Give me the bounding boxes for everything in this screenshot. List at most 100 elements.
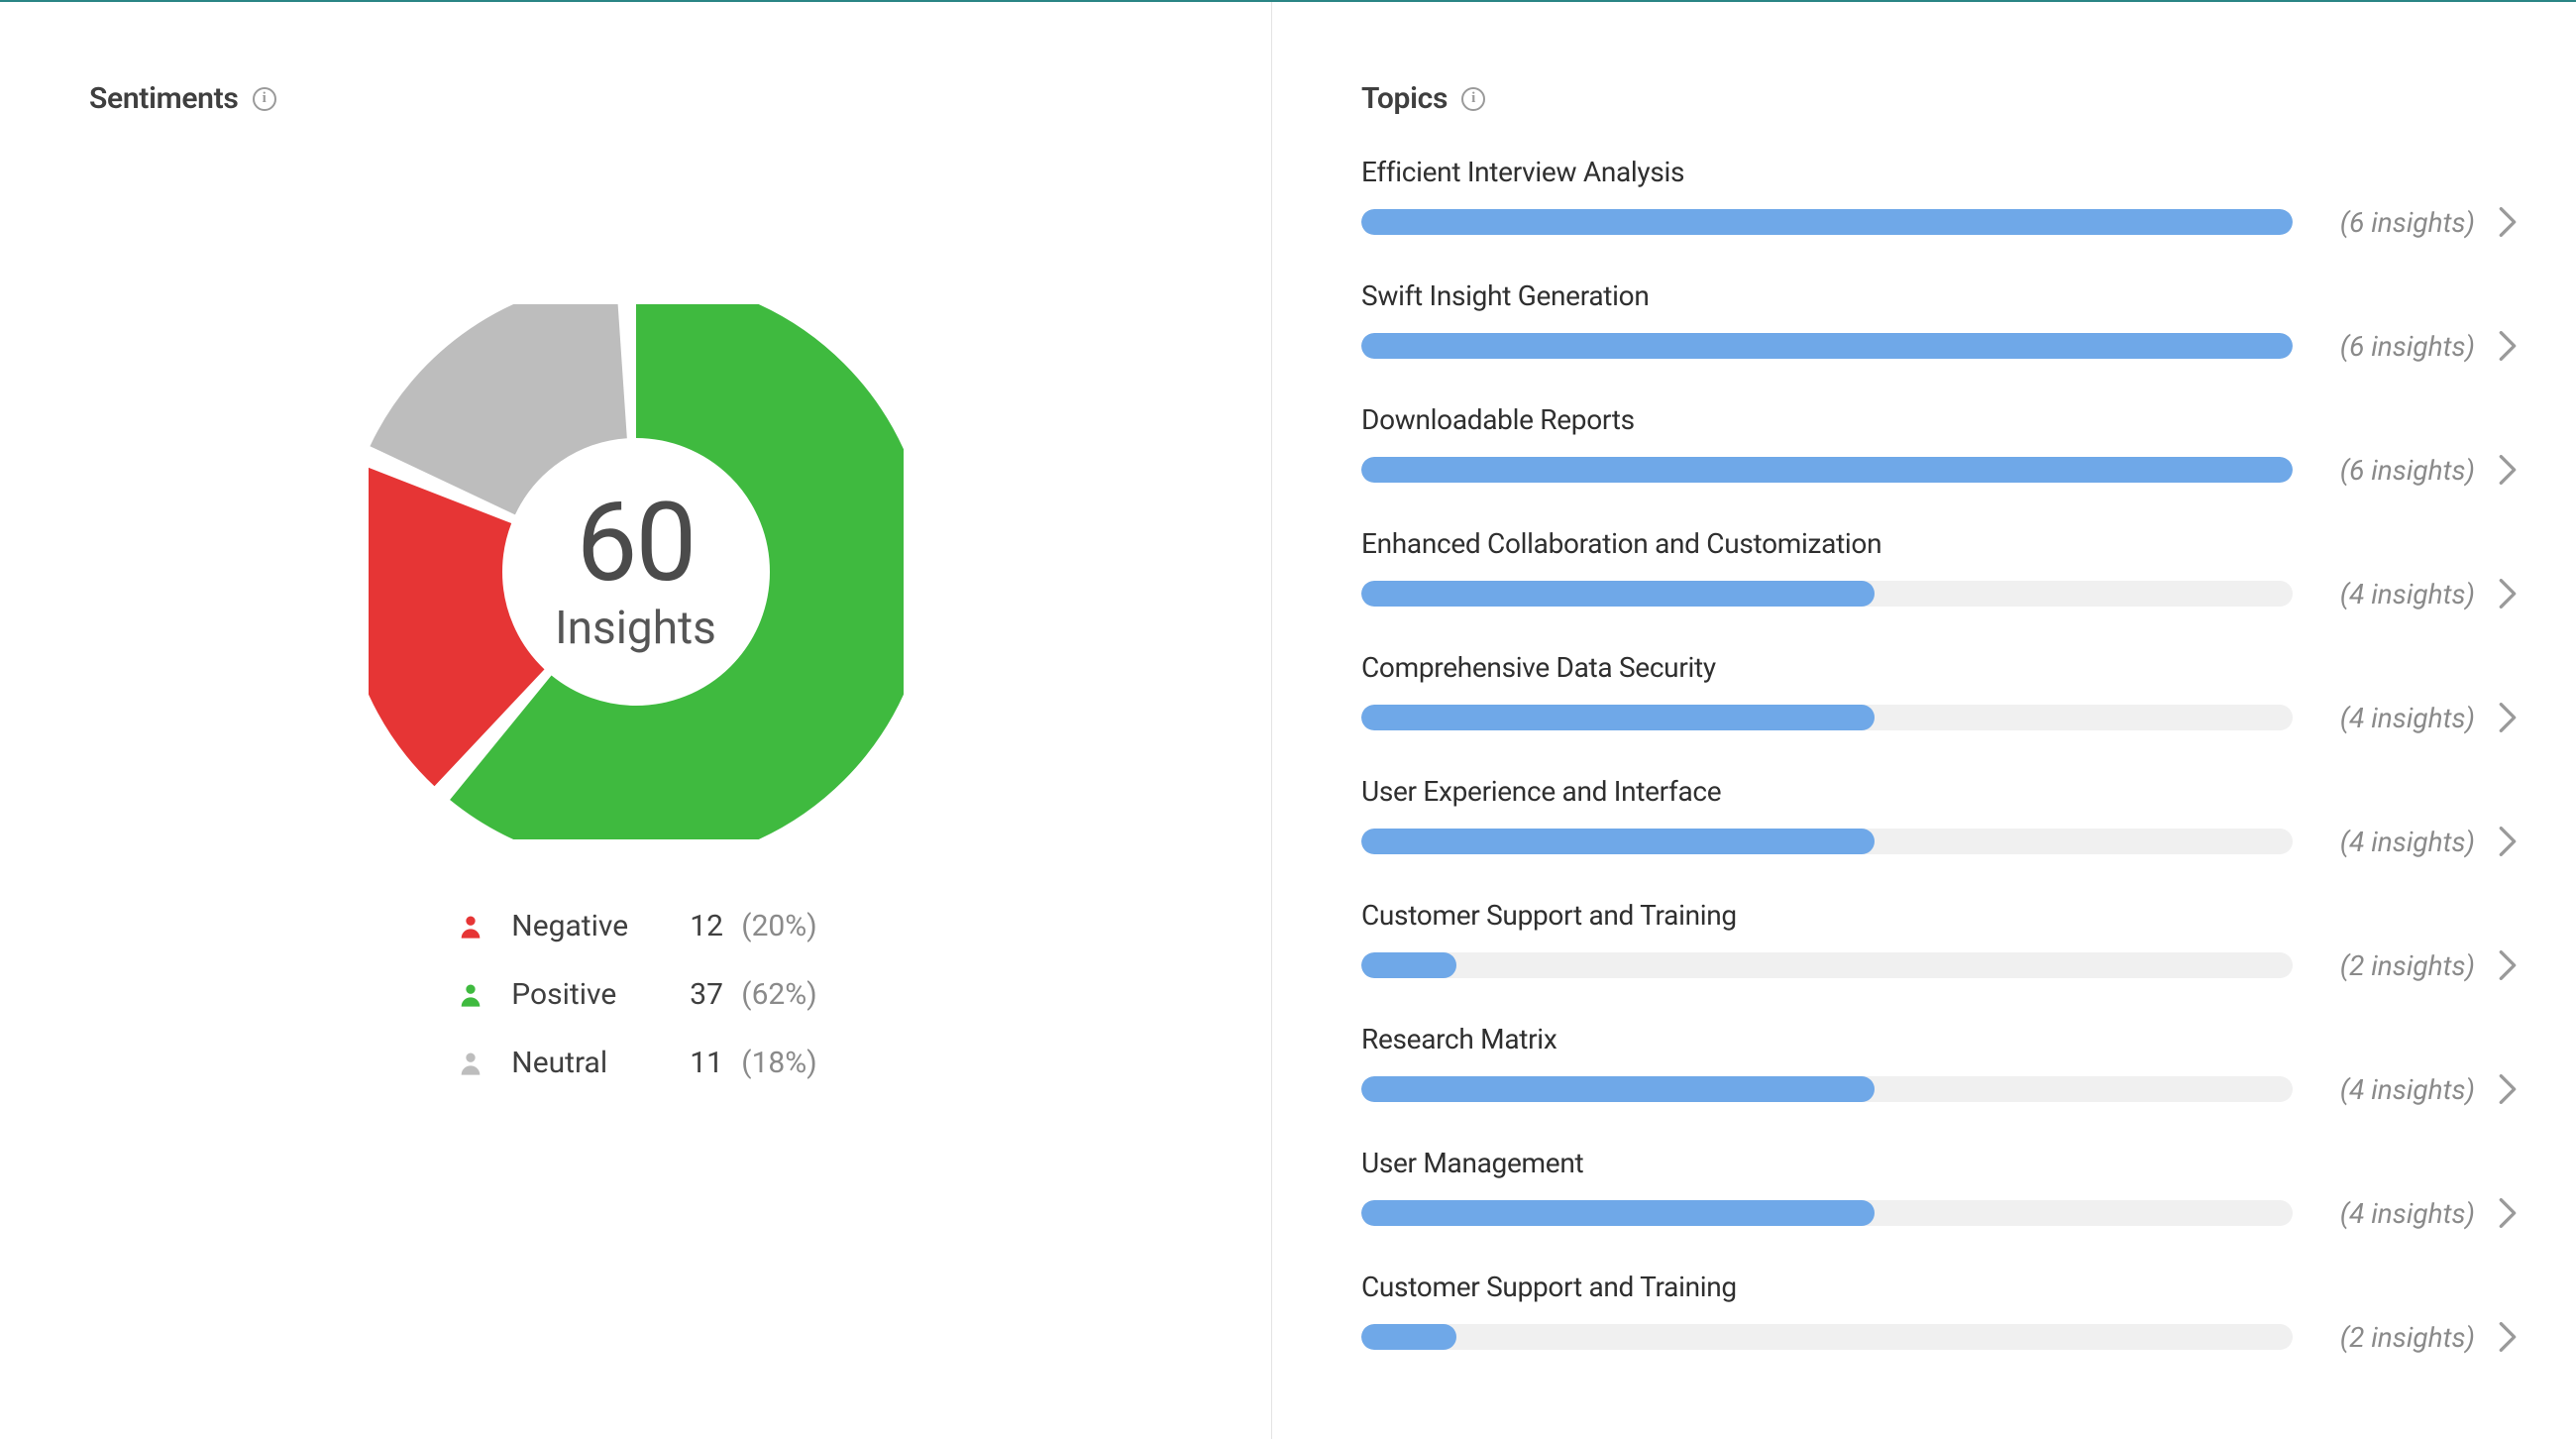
chevron-right-icon[interactable] xyxy=(2499,331,2517,361)
topic-label: User Experience and Interface xyxy=(1361,775,2517,808)
topic-bar-track xyxy=(1361,1200,2293,1226)
person-icon xyxy=(454,1050,487,1077)
topic-insight-count: (4 insights) xyxy=(2316,1073,2475,1106)
topics-panel: Topics i Efficient Interview Analysis (6 … xyxy=(1272,2,2576,1439)
topic-bar-track xyxy=(1361,457,2293,483)
legend-count: 37 xyxy=(690,977,741,1012)
sentiments-legend: Negative12(20%)Positive37(62%)Neutral11(… xyxy=(454,909,816,1080)
topic-bar-track xyxy=(1361,829,2293,854)
topic-insight-count: (4 insights) xyxy=(2316,1197,2475,1230)
topic-bar-row: (6 insights) xyxy=(1361,202,2517,242)
donut-total: 60 xyxy=(577,489,696,598)
topic-bar-track xyxy=(1361,1324,2293,1350)
topic-row[interactable]: User Experience and Interface (4 insights… xyxy=(1361,775,2517,883)
topic-insight-count: (4 insights) xyxy=(2316,578,2475,610)
topic-insight-count: (6 insights) xyxy=(2316,206,2475,239)
topic-bar-row: (2 insights) xyxy=(1361,945,2517,985)
topic-row[interactable]: User Management (4 insights) xyxy=(1361,1147,2517,1255)
sentiments-donut-wrap: 60 Insights Negative12(20%) Positive37(62… xyxy=(89,304,1182,1080)
legend-percent: (18%) xyxy=(741,1046,816,1080)
topic-insight-count: (2 insights) xyxy=(2316,1321,2475,1354)
topic-insight-count: (6 insights) xyxy=(2316,454,2475,487)
legend-percent: (20%) xyxy=(741,909,816,943)
topics-title-text: Topics xyxy=(1361,81,1448,116)
topic-bar-fill xyxy=(1361,457,2293,483)
topic-bar-row: (4 insights) xyxy=(1361,1069,2517,1109)
sentiments-donut-chart: 60 Insights xyxy=(369,304,904,839)
topic-row[interactable]: Research Matrix (4 insights) xyxy=(1361,1023,2517,1131)
topic-bar-row: (4 insights) xyxy=(1361,1193,2517,1233)
topic-label: Swift Insight Generation xyxy=(1361,279,2517,312)
topic-insight-count: (6 insights) xyxy=(2316,330,2475,363)
info-icon[interactable]: i xyxy=(1461,87,1485,111)
person-icon xyxy=(454,981,487,1009)
topic-bar-fill xyxy=(1361,333,2293,359)
topic-label: Efficient Interview Analysis xyxy=(1361,156,2517,188)
topic-bar-track xyxy=(1361,333,2293,359)
topic-bar-fill xyxy=(1361,952,1456,978)
sentiments-panel: Sentiments i 60 Insights Negative12(20%)… xyxy=(0,2,1272,1439)
topic-label: User Management xyxy=(1361,1147,2517,1179)
topic-bar-track xyxy=(1361,209,2293,235)
topic-bar-track xyxy=(1361,952,2293,978)
topic-bar-row: (6 insights) xyxy=(1361,450,2517,490)
topic-bar-fill xyxy=(1361,705,1875,730)
chevron-right-icon[interactable] xyxy=(2499,455,2517,485)
chevron-right-icon[interactable] xyxy=(2499,1074,2517,1104)
sentiments-title: Sentiments i xyxy=(89,81,1182,116)
legend-row-neutral: Neutral11(18%) xyxy=(454,1046,816,1080)
topic-row[interactable]: Comprehensive Data Security (4 insights) xyxy=(1361,651,2517,759)
topic-bar-fill xyxy=(1361,581,1875,607)
person-icon xyxy=(454,913,487,941)
legend-label: Negative xyxy=(511,909,690,943)
topic-row[interactable]: Enhanced Collaboration and Customization… xyxy=(1361,527,2517,635)
chevron-right-icon[interactable] xyxy=(2499,579,2517,609)
topic-label: Downloadable Reports xyxy=(1361,403,2517,436)
topic-bar-track xyxy=(1361,705,2293,730)
topic-bar-fill xyxy=(1361,1200,1875,1226)
topic-bar-track xyxy=(1361,1076,2293,1102)
topic-bar-fill xyxy=(1361,829,1875,854)
legend-count: 12 xyxy=(690,909,741,943)
topic-bar-row: (4 insights) xyxy=(1361,822,2517,861)
topic-row[interactable]: Downloadable Reports (6 insights) xyxy=(1361,403,2517,511)
donut-total-label: Insights xyxy=(555,602,716,655)
topics-list: Efficient Interview Analysis (6 insights)… xyxy=(1361,156,2517,1379)
legend-count: 11 xyxy=(690,1046,741,1080)
topic-bar-row: (2 insights) xyxy=(1361,1317,2517,1357)
topic-label: Comprehensive Data Security xyxy=(1361,651,2517,684)
topic-row[interactable]: Customer Support and Training (2 insights… xyxy=(1361,899,2517,1007)
chevron-right-icon[interactable] xyxy=(2499,950,2517,980)
chevron-right-icon[interactable] xyxy=(2499,1198,2517,1228)
topic-bar-track xyxy=(1361,581,2293,607)
chevron-right-icon[interactable] xyxy=(2499,207,2517,237)
chevron-right-icon[interactable] xyxy=(2499,703,2517,732)
chevron-right-icon[interactable] xyxy=(2499,827,2517,856)
topic-label: Enhanced Collaboration and Customization xyxy=(1361,527,2517,560)
topic-bar-row: (4 insights) xyxy=(1361,574,2517,613)
info-icon[interactable]: i xyxy=(253,87,276,111)
legend-row-negative: Negative12(20%) xyxy=(454,909,816,943)
topic-bar-row: (4 insights) xyxy=(1361,698,2517,737)
topic-label: Research Matrix xyxy=(1361,1023,2517,1055)
legend-percent: (62%) xyxy=(741,977,816,1012)
topic-insight-count: (4 insights) xyxy=(2316,702,2475,734)
topic-insight-count: (4 insights) xyxy=(2316,826,2475,858)
topic-bar-fill xyxy=(1361,209,2293,235)
legend-label: Neutral xyxy=(511,1046,690,1080)
topic-row[interactable]: Swift Insight Generation (6 insights) xyxy=(1361,279,2517,387)
topic-bar-row: (6 insights) xyxy=(1361,326,2517,366)
topic-bar-fill xyxy=(1361,1076,1875,1102)
donut-center: 60 Insights xyxy=(369,304,904,839)
chevron-right-icon[interactable] xyxy=(2499,1322,2517,1352)
topic-label: Customer Support and Training xyxy=(1361,899,2517,932)
legend-row-positive: Positive37(62%) xyxy=(454,977,816,1012)
topic-insight-count: (2 insights) xyxy=(2316,949,2475,982)
topic-row[interactable]: Efficient Interview Analysis (6 insights) xyxy=(1361,156,2517,264)
topics-title: Topics i xyxy=(1361,81,2517,116)
topic-label: Customer Support and Training xyxy=(1361,1271,2517,1303)
sentiments-title-text: Sentiments xyxy=(89,81,239,116)
topic-bar-fill xyxy=(1361,1324,1456,1350)
topic-row[interactable]: Customer Support and Training (2 insights… xyxy=(1361,1271,2517,1379)
legend-label: Positive xyxy=(511,977,690,1012)
